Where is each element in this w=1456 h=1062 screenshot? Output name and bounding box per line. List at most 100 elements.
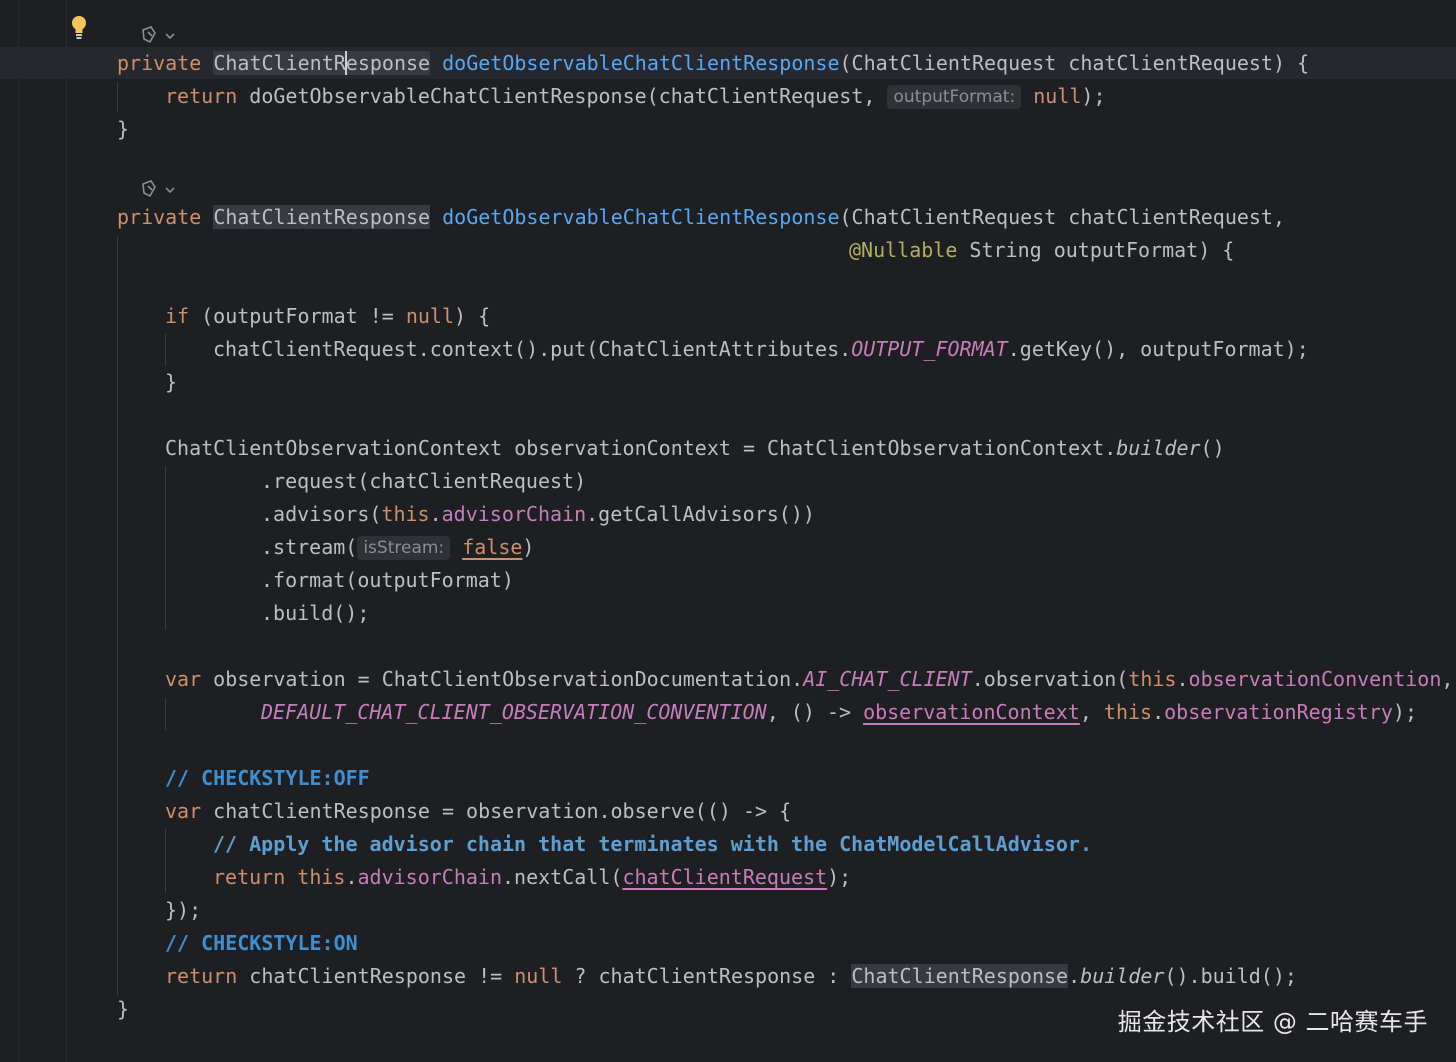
method-call-end: .getCallAdvisors()): [586, 502, 815, 526]
field: observationConvention: [1188, 667, 1442, 691]
return-type[interactable]: ChatClientResponse: [213, 51, 431, 75]
indent-guide: [165, 698, 166, 730]
keyword: private: [117, 205, 202, 229]
code-line-return[interactable]: return doGetObservableChatClientResponse…: [165, 80, 1106, 113]
code-line-observe[interactable]: var chatClientResponse = observation.obs…: [165, 795, 791, 828]
type-reference[interactable]: ChatClientResponse: [851, 964, 1069, 988]
statement-end: );: [1392, 700, 1417, 724]
null-keyword: null: [1033, 84, 1082, 108]
code-line-builder-request[interactable]: .request(chatClientRequest): [261, 465, 586, 498]
code-line-builder-build[interactable]: .build();: [261, 597, 369, 630]
code-line-close-brace[interactable]: }: [117, 113, 129, 146]
gutter: [0, 0, 68, 1062]
declaration: chatClientResponse = observation.observe…: [201, 799, 792, 823]
watermark: 掘金技术社区 @ 二哈赛车手: [1117, 1008, 1428, 1036]
method-params: (ChatClientRequest chatClientRequest) {: [839, 51, 1310, 75]
code-line-observation-args[interactable]: DEFAULT_CHAT_CLIENT_OBSERVATION_CONVENTI…: [261, 696, 1417, 729]
false-keyword: false: [462, 535, 523, 559]
method-marker-icon[interactable]: [140, 178, 180, 200]
method-call: .nextCall(: [502, 865, 623, 889]
code-line-builder-stream[interactable]: .stream(isStream: false): [261, 531, 534, 564]
method-chain: ().build();: [1164, 964, 1297, 988]
method-params: (ChatClientRequest chatClientRequest,: [839, 205, 1286, 229]
keyword: var: [165, 667, 202, 691]
this-keyword: this: [381, 502, 430, 526]
parameter-hint: isStream:: [357, 536, 451, 560]
code-line-comment[interactable]: // Apply the advisor chain that terminat…: [213, 828, 1092, 861]
dot: .: [345, 865, 358, 889]
statement-end: );: [1081, 84, 1106, 108]
param-decl: String outputFormat) {: [957, 238, 1235, 262]
code-line-comment[interactable]: // CHECKSTYLE:ON: [165, 927, 358, 960]
method-call: .advisors(: [261, 502, 382, 526]
code-line-observation[interactable]: var observation = ChatClientObservationD…: [165, 663, 1453, 696]
dot: .: [1176, 667, 1189, 691]
separator: ,: [1079, 700, 1104, 724]
code-line-close-brace[interactable]: }: [117, 993, 129, 1026]
code-line-builder-format[interactable]: .format(outputFormat): [261, 564, 514, 597]
return-type[interactable]: ChatClientResponse: [213, 205, 431, 229]
statement-end: );: [827, 865, 852, 889]
indent-guide: [165, 466, 166, 630]
keyword: return: [165, 964, 238, 988]
expression: chatClientRequest.context().put(ChatClie…: [213, 337, 852, 361]
method-marker-icon[interactable]: [140, 24, 180, 46]
keyword: if: [165, 304, 190, 328]
text-caret: [344, 51, 347, 75]
captured-variable: observationContext: [863, 700, 1080, 724]
code-line-method-signature[interactable]: private ChatClientResponse doGetObservab…: [117, 201, 1285, 234]
call-expression: doGetObservableChatClientResponse(chatCl…: [249, 84, 888, 108]
comma: ,: [1441, 667, 1454, 691]
constant: DEFAULT_CHAT_CLIENT_OBSERVATION_CONVENTI…: [261, 700, 767, 724]
ternary: ? chatClientResponse :: [562, 964, 852, 988]
code-line-builder-advisors[interactable]: .advisors(this.advisorChain.getCallAdvis…: [261, 498, 815, 531]
condition: (outputFormat !=: [189, 304, 406, 328]
code-line-return-nextcall[interactable]: return this.advisorChain.nextCall(chatCl…: [213, 861, 851, 894]
code-line-comment[interactable]: // CHECKSTYLE:OFF: [165, 762, 370, 795]
expression-end: .getKey(), outputFormat);: [1007, 337, 1309, 361]
null-keyword: null: [514, 964, 563, 988]
condition-end: ) {: [454, 304, 491, 328]
keyword: private: [117, 51, 202, 75]
constant: OUTPUT_FORMAT: [851, 337, 1008, 361]
dot: .: [1068, 964, 1081, 988]
code-line-close-brace[interactable]: }: [165, 366, 177, 399]
annotation: @Nullable: [849, 238, 958, 262]
static-method: builder: [1116, 436, 1201, 460]
gutter-divider: [18, 0, 19, 1062]
dot: .: [1152, 700, 1165, 724]
this-keyword: this: [297, 865, 346, 889]
method-call: .observation(: [971, 667, 1129, 691]
call-parens: (): [1200, 436, 1225, 460]
parameter-hint: outputFormat:: [887, 85, 1022, 109]
lambda: , () ->: [766, 700, 864, 724]
code-line-context-put[interactable]: chatClientRequest.context().put(ChatClie…: [213, 333, 1309, 366]
keyword: return: [165, 84, 238, 108]
field: advisorChain: [441, 502, 587, 526]
declaration: ChatClientObservationContext observation…: [165, 436, 1117, 460]
null-keyword: null: [405, 304, 455, 328]
keyword: return: [213, 865, 286, 889]
this-keyword: this: [1128, 667, 1177, 691]
code-line-observation-context[interactable]: ChatClientObservationContext observation…: [165, 432, 1225, 465]
code-line-params-continued[interactable]: @Nullable String outputFormat) {: [849, 234, 1234, 267]
code-line-method-signature[interactable]: private ChatClientResponse doGetObservab…: [117, 47, 1309, 80]
code-line-lambda-close[interactable]: });: [165, 894, 201, 927]
captured-variable: chatClientRequest: [622, 865, 828, 889]
method-call-end: ): [522, 535, 535, 559]
method-name[interactable]: doGetObservableChatClientResponse: [442, 205, 839, 229]
indent-guide: [165, 334, 166, 366]
field: advisorChain: [357, 865, 503, 889]
lightbulb-icon[interactable]: [68, 14, 90, 40]
code-line-return-ternary[interactable]: return chatClientResponse != null ? chat…: [165, 960, 1297, 993]
keyword: var: [165, 799, 202, 823]
code-line-if[interactable]: if (outputFormat != null) {: [165, 300, 490, 333]
method-name[interactable]: doGetObservableChatClientResponse: [442, 51, 839, 75]
static-method: builder: [1080, 964, 1165, 988]
method-call: .stream(: [261, 535, 358, 559]
indent-guide: [117, 236, 118, 996]
this-keyword: this: [1103, 700, 1153, 724]
declaration: observation = ChatClientObservationDocum…: [201, 667, 804, 691]
condition: chatClientResponse !=: [237, 964, 515, 988]
